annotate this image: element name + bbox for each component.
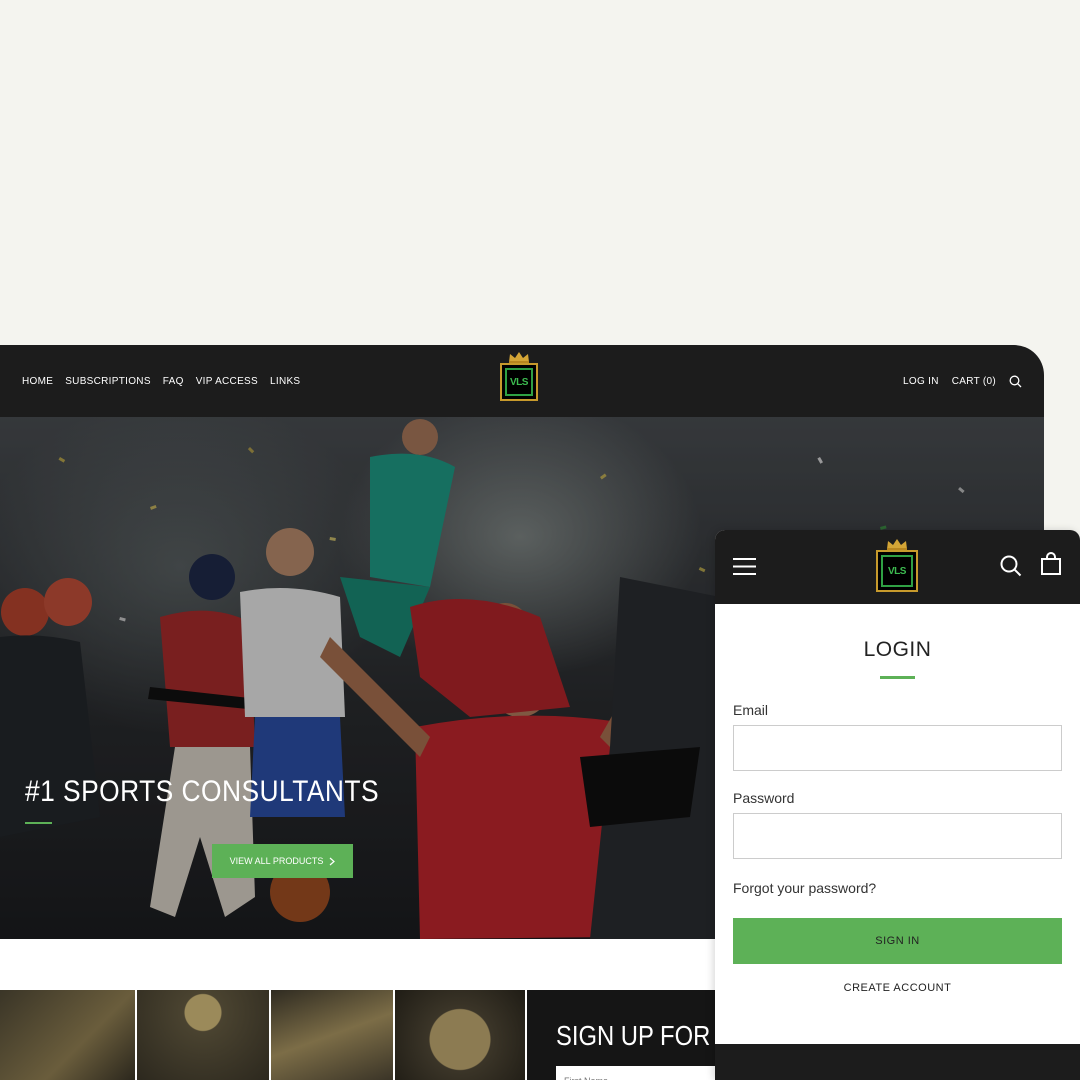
sign-in-button[interactable]: SIGN IN [733, 918, 1062, 964]
view-all-products-label: VIEW ALL PRODUCTS [229, 856, 324, 866]
chevron-right-icon [329, 857, 336, 865]
create-account-link[interactable]: CREATE ACCOUNT [715, 982, 1080, 994]
password-field[interactable] [733, 813, 1062, 859]
thumb-baseball-image [0, 990, 137, 1080]
cart-link[interactable]: CART (0) [952, 376, 996, 387]
nav-home[interactable]: HOME [22, 376, 53, 387]
hero-title-underline [25, 822, 52, 824]
desktop-header: HOME SUBSCRIPTIONS FAQ VIP ACCESS LINKS … [0, 345, 1044, 417]
logo-text: VLS [881, 555, 913, 587]
nav-faq[interactable]: FAQ [163, 376, 184, 387]
search-icon[interactable] [1009, 375, 1022, 388]
mobile-header: VLS [715, 530, 1080, 604]
login-title-underline [880, 676, 915, 679]
login-link[interactable]: LOG IN [903, 376, 939, 387]
logo-text: VLS [505, 368, 533, 396]
mobile-site-logo[interactable]: VLS [876, 538, 918, 592]
view-all-products-button[interactable]: VIEW ALL PRODUCTS [212, 844, 353, 878]
login-title: LOGIN [863, 638, 932, 661]
password-label: Password [733, 790, 795, 806]
hamburger-menu-icon[interactable] [733, 557, 756, 576]
hero-title: #1 SPORTS CONSULTANTS [25, 775, 379, 808]
site-logo[interactable]: VLS [500, 351, 538, 401]
thumb-basketball-image [137, 990, 271, 1080]
forgot-password-link[interactable]: Forgot your password? [733, 880, 876, 896]
header-actions: LOG IN CART (0) [903, 345, 1022, 417]
logo-frame: VLS [500, 363, 538, 401]
thumb-volleyball-image [271, 990, 395, 1080]
mobile-site-preview: VLS LOGIN Email Password Forgot your pas… [715, 530, 1080, 1080]
search-icon[interactable] [1000, 555, 1022, 577]
main-nav: HOME SUBSCRIPTIONS FAQ VIP ACCESS LINKS [22, 376, 300, 387]
nav-subscriptions[interactable]: SUBSCRIPTIONS [65, 376, 151, 387]
nav-links[interactable]: LINKS [270, 376, 300, 387]
logo-frame: VLS [876, 550, 918, 592]
email-label: Email [733, 702, 769, 718]
crown-icon [509, 352, 529, 363]
mobile-footer [715, 1044, 1080, 1080]
crown-icon [887, 539, 907, 550]
shopping-bag-icon[interactable] [1040, 552, 1062, 576]
thumb-football-helmet-image [395, 990, 527, 1080]
nav-vip-access[interactable]: VIP ACCESS [196, 376, 258, 387]
email-field[interactable] [733, 725, 1062, 771]
